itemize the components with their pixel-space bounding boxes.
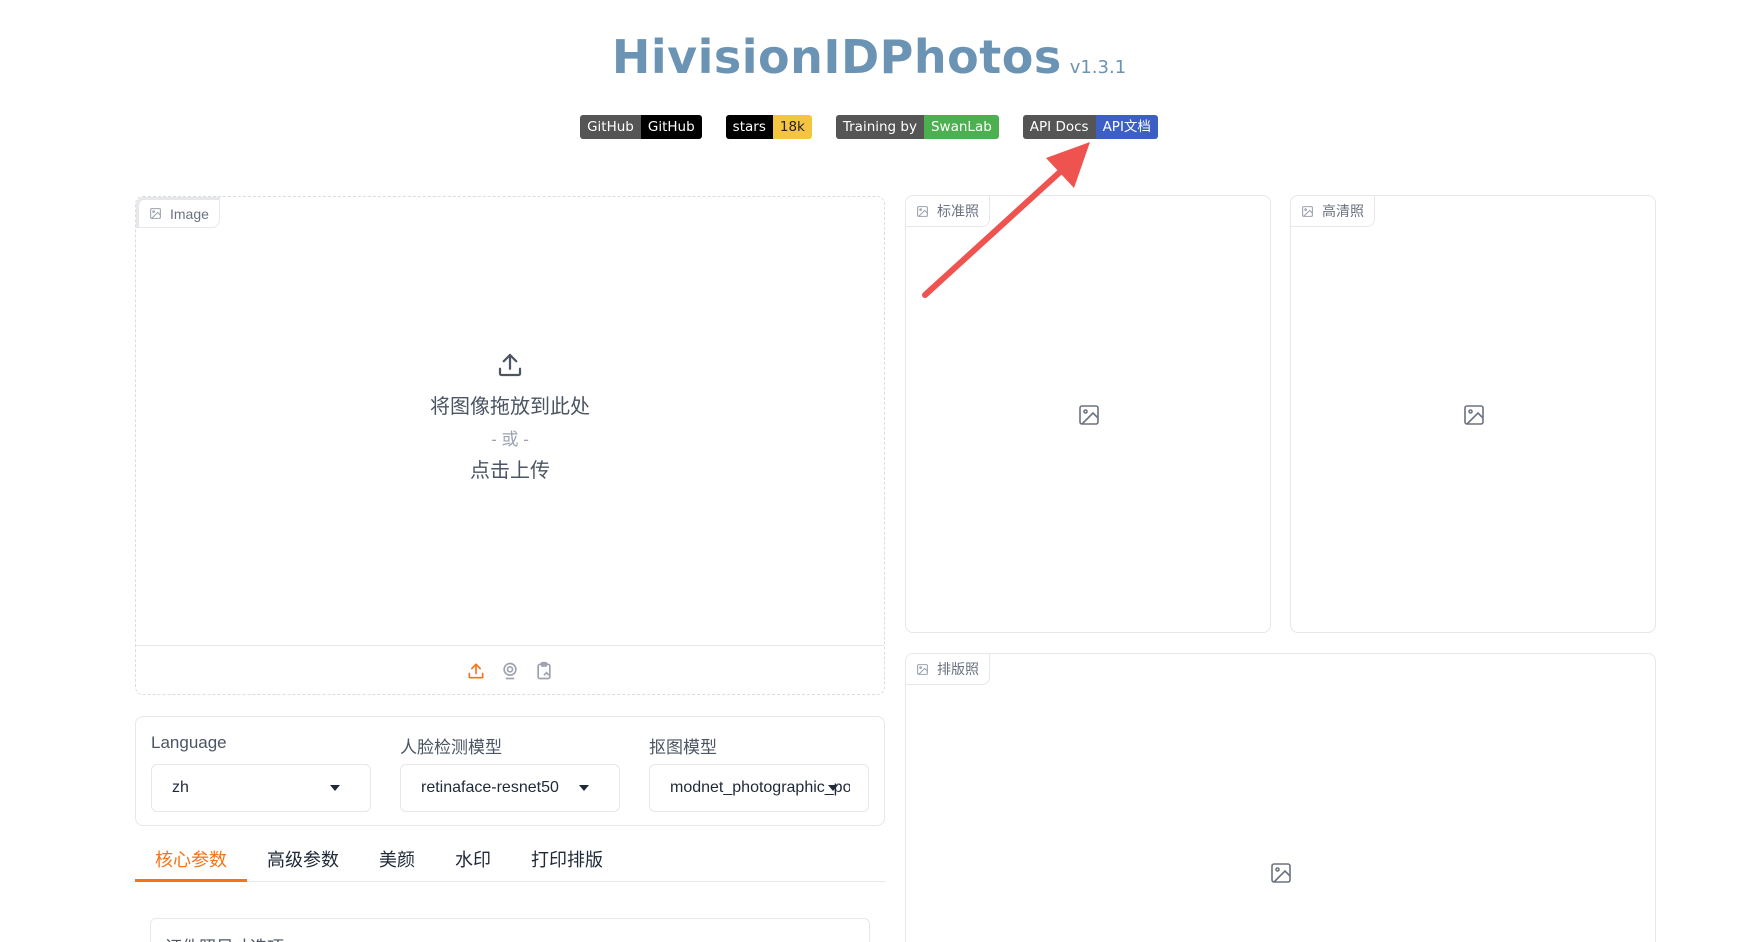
swanlab-badge[interactable]: Training by SwanLab bbox=[835, 115, 999, 139]
tab-advanced-params[interactable]: 高级参数 bbox=[247, 840, 359, 882]
chevron-down-icon bbox=[828, 785, 838, 791]
matting-model-label: 抠图模型 bbox=[649, 738, 717, 757]
empty-image-icon bbox=[1079, 405, 1099, 425]
image-input-panel: Image 将图像拖放到此处 - 或 - 点击上传 bbox=[135, 196, 885, 695]
face-model-dropdown[interactable]: retinaface-resnet50 bbox=[400, 764, 620, 812]
chevron-down-icon bbox=[579, 785, 589, 791]
badge-left: stars bbox=[725, 115, 773, 139]
stars-badge[interactable]: stars 18k bbox=[725, 115, 812, 139]
hd-photo-label: 高清照 bbox=[1291, 196, 1375, 227]
tab-watermark[interactable]: 水印 bbox=[435, 840, 511, 882]
upload-source-icon[interactable] bbox=[466, 661, 486, 681]
click-upload-text: 点击上传 bbox=[470, 459, 550, 482]
face-model-label: 人脸检测模型 bbox=[400, 738, 502, 757]
hd-photo-panel: 高清照 bbox=[1290, 195, 1656, 633]
source-selector bbox=[136, 645, 884, 695]
page-header: HivisionIDPhotos v1.3.1 bbox=[0, 30, 1738, 84]
upload-icon bbox=[498, 353, 522, 376]
tab-core-params[interactable]: 核心参数 bbox=[135, 840, 247, 882]
app-version: v1.3.1 bbox=[1069, 57, 1127, 78]
standard-photo-label: 标准照 bbox=[906, 196, 990, 227]
api-docs-badge[interactable]: API Docs API文档 bbox=[1022, 115, 1158, 139]
standard-photo-panel: 标准照 bbox=[905, 195, 1271, 633]
empty-image-icon bbox=[1464, 405, 1484, 425]
image-icon bbox=[917, 663, 928, 675]
webcam-icon[interactable] bbox=[500, 661, 520, 681]
or-text: - 或 - bbox=[491, 429, 529, 449]
badge-right: GitHub bbox=[640, 115, 702, 139]
badge-row: GitHub GitHub stars 18k Training by Swan… bbox=[0, 115, 1738, 139]
clipboard-icon[interactable] bbox=[534, 661, 554, 681]
model-options-panel: Language zh 人脸检测模型 retinaface-resnet50 抠… bbox=[135, 716, 885, 826]
image-icon bbox=[1302, 205, 1313, 217]
badge-right: 18k bbox=[772, 115, 812, 139]
size-options-label: 证件照尺寸选项 bbox=[165, 933, 284, 942]
chevron-down-icon bbox=[330, 785, 340, 791]
layout-photo-panel: 排版照 bbox=[905, 653, 1656, 942]
badge-left: API Docs bbox=[1022, 115, 1096, 139]
tab-print-layout[interactable]: 打印排版 bbox=[511, 840, 623, 882]
language-dropdown[interactable]: zh bbox=[151, 764, 371, 812]
layout-photo-label: 排版照 bbox=[906, 654, 990, 685]
tab-beauty[interactable]: 美颜 bbox=[359, 840, 435, 882]
app-title: HivisionIDPhotos bbox=[611, 30, 1062, 84]
matting-model-dropdown[interactable]: modnet_photographic_portrait_matting bbox=[649, 764, 869, 812]
language-label: Language bbox=[151, 733, 227, 752]
badge-left: Training by bbox=[835, 115, 924, 139]
badge-right: API文档 bbox=[1095, 115, 1158, 139]
badge-right: SwanLab bbox=[923, 115, 999, 139]
upload-drop-zone[interactable]: 将图像拖放到此处 - 或 - 点击上传 bbox=[136, 197, 884, 645]
badge-left: GitHub bbox=[580, 115, 641, 139]
params-tabs: 核心参数 高级参数 美颜 水印 打印排版 bbox=[135, 840, 885, 882]
image-icon bbox=[917, 205, 928, 217]
github-badge[interactable]: GitHub GitHub bbox=[580, 115, 702, 139]
size-options-box: 证件照尺寸选项 bbox=[150, 918, 870, 942]
drop-text: 将图像拖放到此处 bbox=[430, 395, 590, 418]
empty-image-icon bbox=[1271, 863, 1291, 883]
